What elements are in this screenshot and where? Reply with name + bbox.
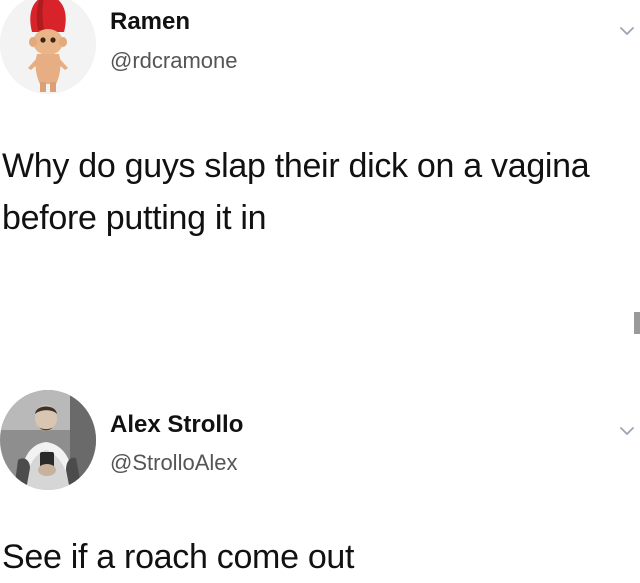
chevron-down-icon[interactable] [618,22,636,40]
avatar-alex-strollo[interactable] [0,390,96,490]
tweet-text: See if a roach come out [2,538,355,576]
user-handle[interactable]: @StrolloAlex [110,450,238,476]
avatar-ramen[interactable] [0,0,96,94]
chevron-down-icon[interactable] [618,422,636,440]
profile-photo-avatar-icon [0,390,96,490]
display-name[interactable]: Alex Strollo [110,411,243,439]
tweet-alex-strollo: Alex Strollo @StrolloAlex See if a roach… [0,388,640,576]
user-handle[interactable]: @rdcramone [110,48,238,74]
tweet-text: Why do guys slap their dick on a vagina … [2,147,590,237]
display-name[interactable]: Ramen [110,8,190,36]
troll-doll-avatar-icon [0,0,96,94]
scrollbar-thumb[interactable] [634,312,640,334]
tweet-ramen: Ramen @rdcramone Why do guys slap their … [0,0,640,360]
